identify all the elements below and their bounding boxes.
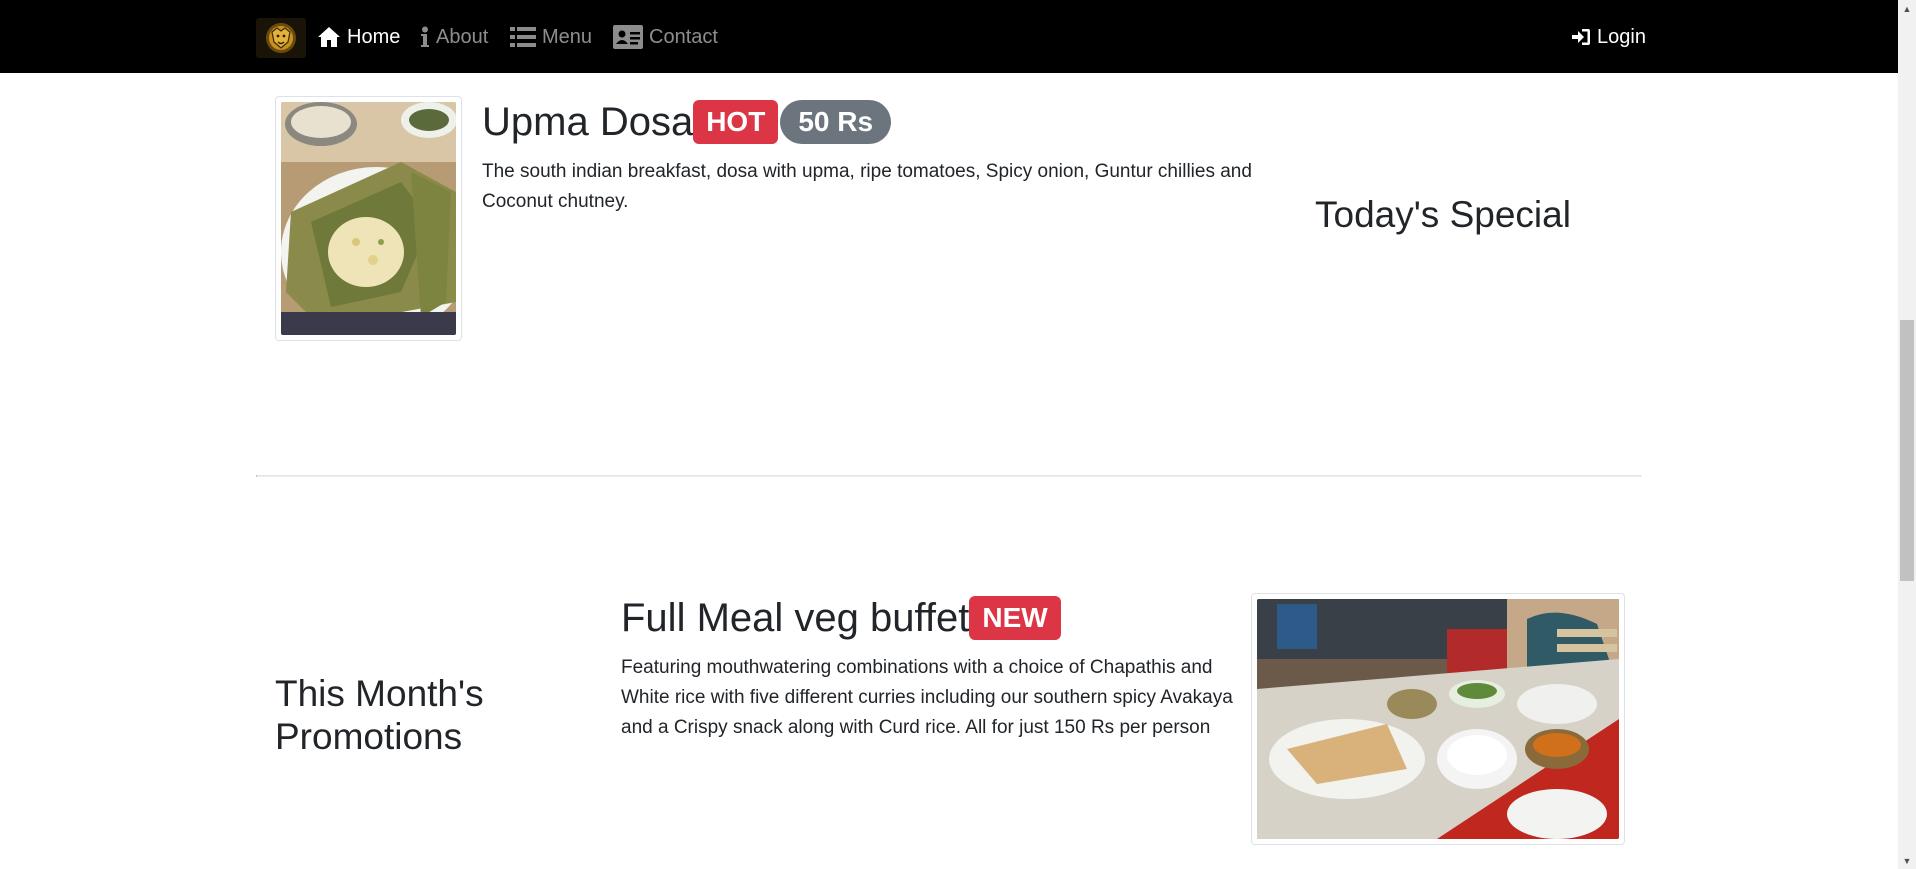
lion-crest-logo-icon — [266, 23, 296, 53]
price-badge: 50 Rs — [780, 100, 892, 144]
buffet-photo — [1257, 599, 1619, 839]
section-divider — [256, 475, 1642, 477]
nav-menu-label: Menu — [542, 25, 593, 48]
nav-home-link[interactable]: Home — [317, 22, 400, 52]
scrollbar-thumb[interactable] — [1900, 320, 1914, 581]
nav-about-link[interactable]: About — [420, 22, 488, 52]
brand-logo[interactable] — [256, 18, 306, 58]
nav-home-label: Home — [347, 25, 401, 48]
upma-dosa-image — [275, 96, 462, 341]
info-icon — [421, 26, 429, 47]
home-icon — [318, 27, 340, 47]
upma-dosa-photo — [281, 102, 456, 335]
buffet-title: Full Meal veg buffet NEW — [621, 594, 1061, 642]
buffet-name: Full Meal veg buffet — [621, 596, 970, 640]
login-link[interactable]: Login — [1571, 22, 1646, 52]
upma-dosa-name: Upma Dosa — [482, 100, 694, 144]
contact-card-icon — [613, 25, 643, 49]
scroll-down-arrow-icon[interactable]: ▼ — [1898, 852, 1916, 869]
hot-badge: HOT — [693, 100, 779, 144]
list-icon — [510, 27, 536, 47]
scroll-up-arrow-icon[interactable]: ▲ — [1898, 0, 1916, 17]
new-badge: NEW — [969, 596, 1061, 640]
promotions-heading: This Month's Promotions — [275, 673, 484, 757]
page-scrollbar[interactable]: ▲ ▼ — [1898, 0, 1916, 869]
nav-contact-link[interactable]: Contact — [613, 22, 718, 52]
nav-contact-label: Contact — [649, 25, 718, 48]
buffet-description: Featuring mouthwatering combinations wit… — [621, 657, 1233, 738]
top-navbar: Home About Menu Contact Login — [0, 0, 1898, 73]
nav-menu-link[interactable]: Menu — [510, 22, 592, 52]
todays-special-heading: Today's Special — [1315, 194, 1571, 235]
login-label: Login — [1597, 25, 1646, 48]
login-icon — [1572, 29, 1590, 45]
nav-about-label: About — [436, 25, 489, 48]
buffet-image — [1251, 593, 1625, 845]
upma-dosa-title: Upma Dosa HOT 50 Rs — [482, 98, 892, 146]
upma-dosa-description: The south indian breakfast, dosa with up… — [482, 161, 1252, 212]
